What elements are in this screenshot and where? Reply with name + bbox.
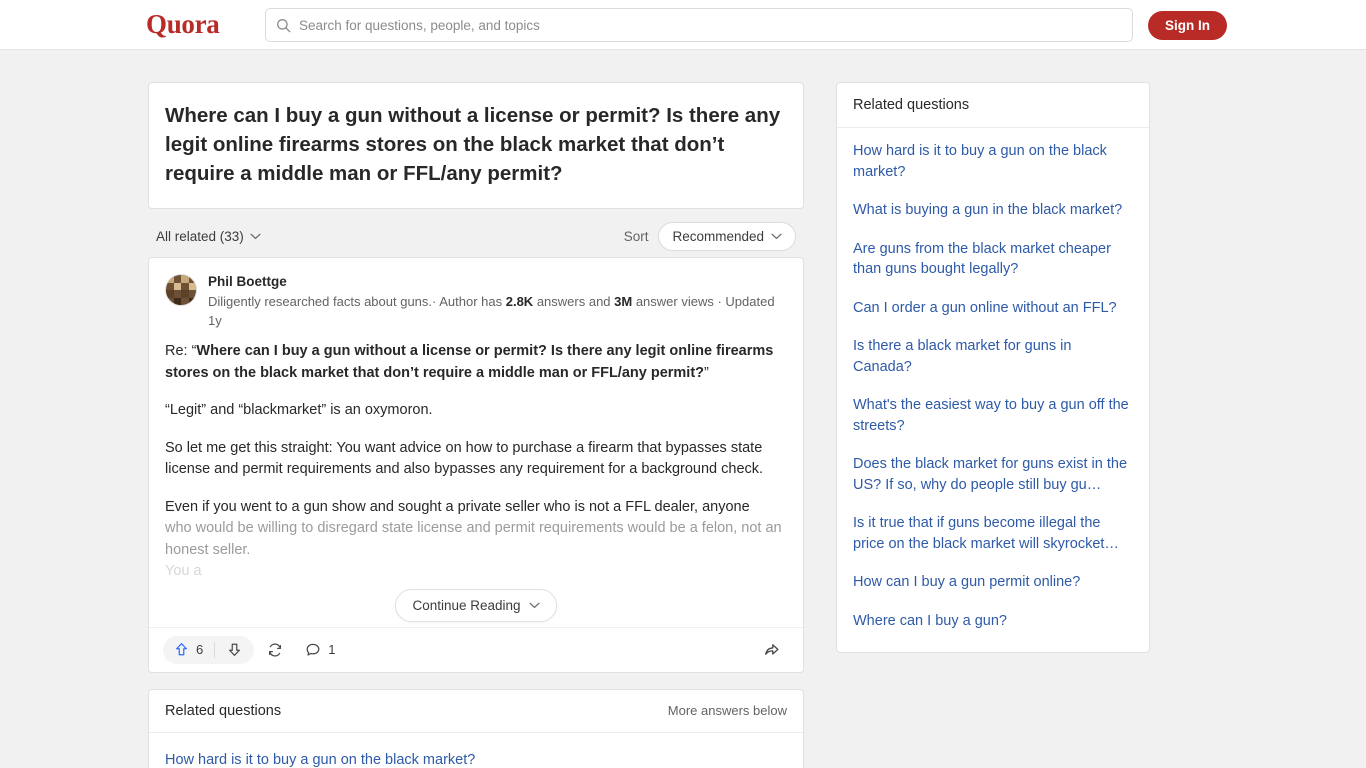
- upvote-button[interactable]: 6: [163, 636, 214, 664]
- site-header: Quora Sign In: [0, 0, 1366, 50]
- answers-filter-bar: All related (33) Sort Recommended: [148, 215, 804, 257]
- answers-count: 2.8K: [505, 294, 534, 309]
- more-answers-below-label[interactable]: More answers below: [668, 703, 787, 718]
- upvote-arrow-icon: [176, 643, 187, 656]
- list-item[interactable]: Where can I buy a gun?: [853, 602, 1133, 641]
- continue-reading-label: Continue Reading: [412, 597, 521, 613]
- all-related-filter[interactable]: All related (33): [156, 229, 261, 244]
- sign-in-button[interactable]: Sign In: [1148, 11, 1227, 40]
- main-column: Where can I buy a gun without a license …: [148, 82, 804, 768]
- answer-fade-zone: Continue Reading: [165, 583, 787, 627]
- sort-label: Sort: [623, 228, 649, 244]
- comment-count: 1: [328, 642, 336, 657]
- answer-author-row: Phil Boettge Diligently researched facts…: [165, 274, 787, 330]
- sidebar-column: Related questions How hard is it to buy …: [836, 82, 1150, 653]
- author-name[interactable]: Phil Boettge: [208, 274, 787, 290]
- list-item[interactable]: Can I order a gun online without an FFL?: [853, 289, 1133, 328]
- re-suffix: ”: [704, 364, 709, 381]
- re-prefix: Re: “: [165, 343, 197, 359]
- meta-prefix: · Author has: [432, 294, 506, 309]
- search-icon: [277, 18, 291, 32]
- vote-pill: 6: [163, 635, 255, 664]
- related-questions-main-title: Related questions: [165, 702, 282, 719]
- chevron-down-icon: [771, 233, 782, 239]
- quora-logo[interactable]: Quora: [146, 9, 220, 40]
- answer-paragraph-3: So let me get this straight: You want ad…: [165, 439, 764, 478]
- chevron-down-icon: [250, 233, 261, 239]
- author-meta: Diligently researched facts about guns.·…: [208, 292, 787, 330]
- avatar[interactable]: [165, 274, 197, 306]
- search-input[interactable]: [299, 17, 1122, 33]
- question-title: Where can I buy a gun without a license …: [165, 104, 781, 185]
- related-questions-sidebar-title: Related questions: [853, 97, 970, 113]
- answer-card: Phil Boettge Diligently researched facts…: [148, 257, 804, 673]
- list-item[interactable]: Does the black market for guns exist in …: [853, 445, 1133, 504]
- related-questions-main-list: How hard is it to buy a gun on the black…: [149, 733, 803, 768]
- sort-dropdown[interactable]: Recommended: [658, 221, 796, 251]
- search-box[interactable]: [265, 8, 1133, 42]
- question-card: Where can I buy a gun without a license …: [148, 82, 804, 209]
- related-questions-sidebar-list: How hard is it to buy a gun on the black…: [837, 128, 1149, 652]
- sort-value: Recommended: [672, 228, 764, 244]
- author-credential: Diligently researched facts about guns.: [208, 294, 433, 309]
- answer-paragraph-5-faded: You a: [165, 563, 202, 579]
- upvote-count: 6: [196, 642, 204, 657]
- list-item[interactable]: What is buying a gun in the black market…: [853, 191, 1133, 230]
- list-item[interactable]: Is there a black market for guns in Cana…: [853, 327, 1133, 386]
- related-questions-main-card: Related questions More answers below How…: [148, 688, 804, 768]
- list-item[interactable]: How hard is it to buy a gun on the black…: [165, 739, 787, 768]
- author-info: Phil Boettge Diligently researched facts…: [208, 274, 787, 330]
- sort-control: Sort Recommended: [623, 221, 796, 251]
- answer-body: Re: “Where can I buy a gun without a lic…: [165, 341, 787, 583]
- meta-mid: answers and: [533, 294, 615, 309]
- continue-reading-button[interactable]: Continue Reading: [395, 588, 557, 622]
- related-questions-sidebar-card: Related questions How hard is it to buy …: [836, 82, 1150, 653]
- share-arrow-icon: [765, 644, 779, 655]
- comment-button[interactable]: 1: [296, 636, 344, 664]
- list-item[interactable]: How can I buy a gun permit online?: [853, 563, 1133, 602]
- list-item[interactable]: How hard is it to buy a gun on the black…: [853, 132, 1133, 191]
- answer-action-bar: 6 1: [149, 626, 803, 672]
- answer-paragraph-quote: Re: “Where can I buy a gun without a lic…: [165, 341, 787, 384]
- downvote-button[interactable]: [215, 636, 254, 664]
- list-item[interactable]: What's the easiest way to buy a gun off …: [853, 386, 1133, 445]
- related-questions-main-header: Related questions More answers below: [149, 690, 803, 733]
- action-buttons-left: 6 1: [163, 635, 344, 664]
- re-quote-text: Where can I buy a gun without a license …: [165, 343, 774, 381]
- repost-icon: [269, 642, 282, 657]
- related-questions-sidebar-header: Related questions: [837, 83, 1149, 128]
- answer-content: Phil Boettge Diligently researched facts…: [149, 258, 803, 627]
- chevron-down-icon: [529, 602, 540, 608]
- list-item[interactable]: Are guns from the black market cheaper t…: [853, 230, 1133, 289]
- list-item[interactable]: Is it true that if guns become illegal t…: [853, 504, 1133, 563]
- downvote-arrow-icon: [229, 643, 241, 656]
- all-related-label: All related (33): [156, 228, 244, 244]
- repost-button[interactable]: [258, 636, 292, 664]
- continue-reading-wrap: Continue Reading: [165, 588, 787, 622]
- answer-paragraph-4-faded: who would be willing to disregard state …: [165, 520, 782, 558]
- answer-paragraph-4: Even if you went to a gun show and sough…: [165, 498, 750, 515]
- answer-paragraph-2: “Legit” and “blackmarket” is an oxymoron…: [165, 402, 433, 418]
- views-count: 3M: [614, 294, 633, 309]
- share-button[interactable]: [754, 636, 789, 664]
- comment-bubble-icon: [306, 643, 320, 656]
